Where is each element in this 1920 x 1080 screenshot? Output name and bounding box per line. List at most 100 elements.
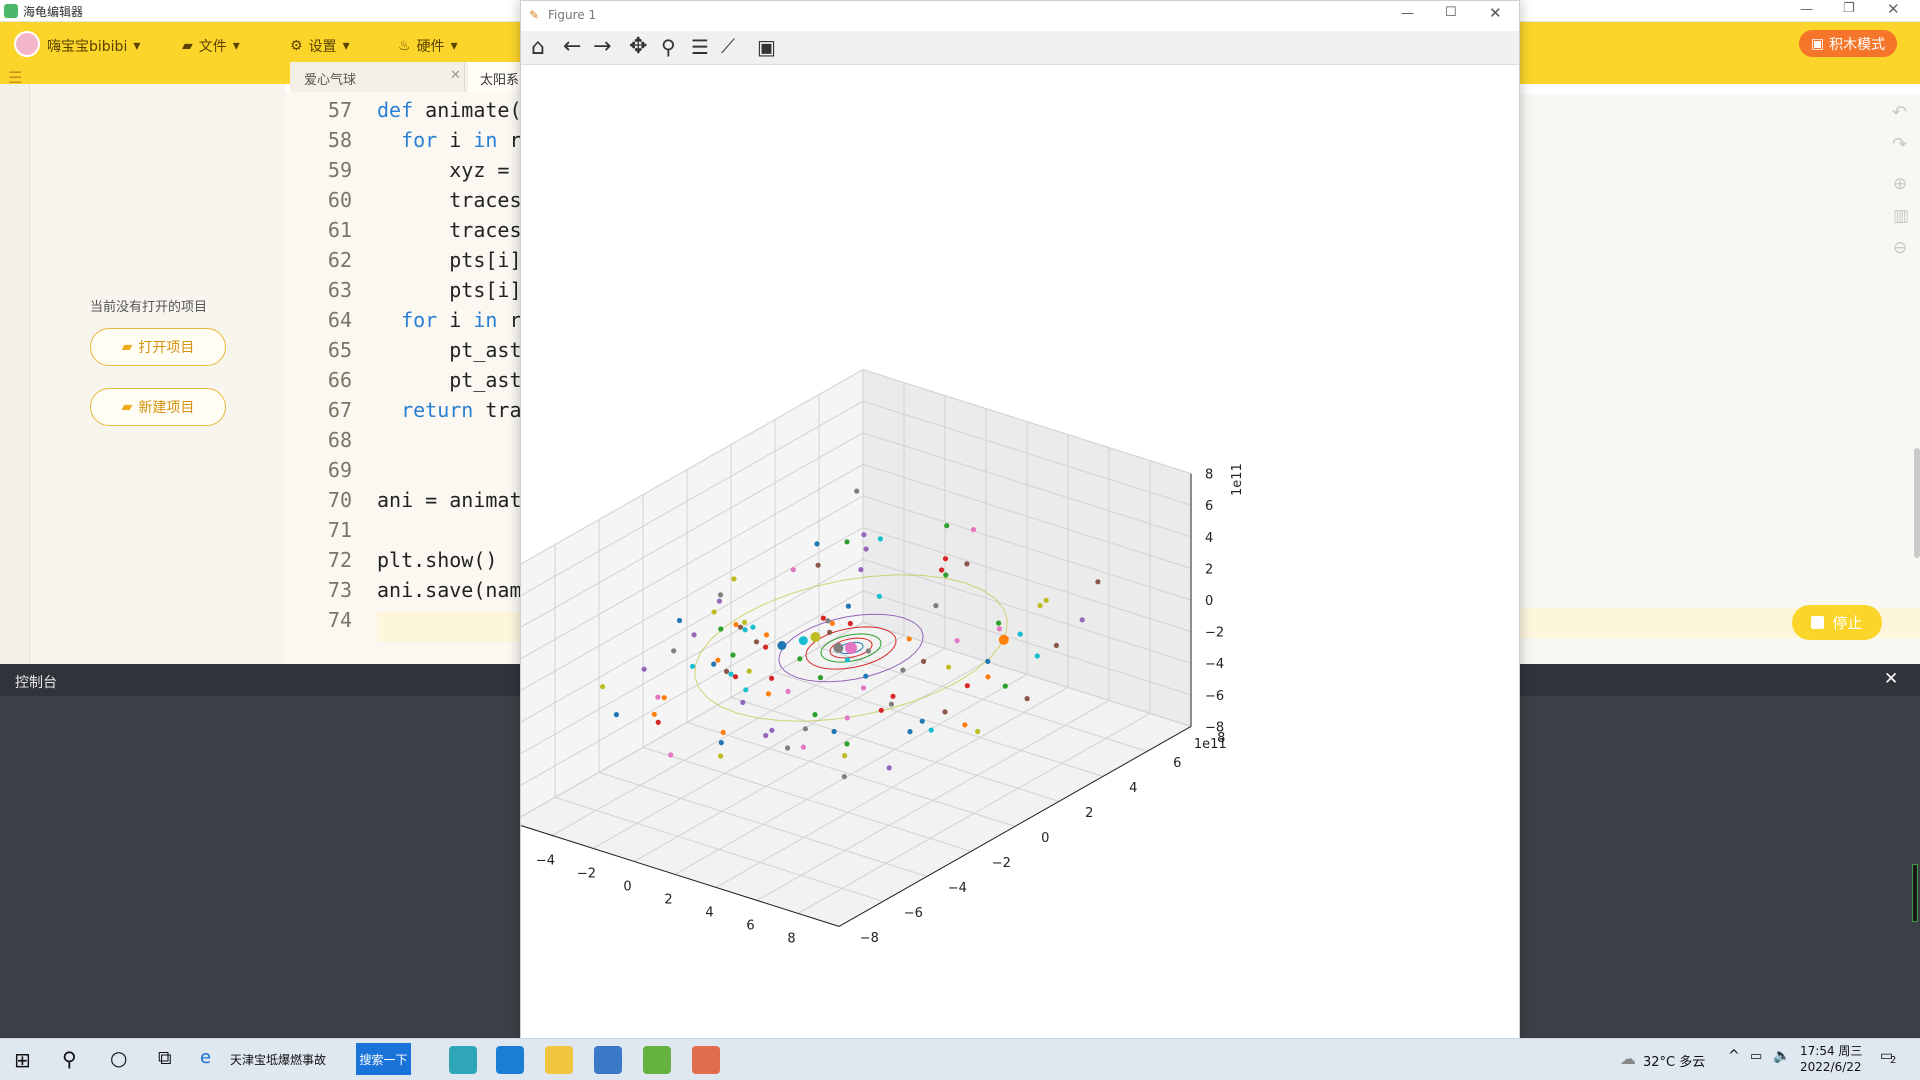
asteroid-point [730,652,736,658]
figure-title-bar: ✎ Figure 1 — ☐ ✕ [521,1,1519,31]
editor-scrollbar[interactable] [1914,448,1920,558]
edit-axes-icon[interactable]: ⟋ [721,34,735,58]
new-project-button[interactable]: ▰ 新建项目 [90,388,226,426]
line-number: 63 [327,278,352,302]
back-icon[interactable]: ← [563,34,581,59]
line-number: 64 [327,308,352,332]
figure-minimize-icon[interactable]: — [1401,6,1414,21]
tab-close-icon[interactable]: ✕ [450,68,461,83]
asteroid-point [790,567,796,573]
asteroid-point [890,693,896,699]
x-tick-label: 8 [787,932,795,947]
asteroid-point [740,699,746,706]
code-line[interactable]: traces [377,188,520,212]
zoom-icon[interactable]: ⚲ [661,35,676,59]
y-tick-label: −4 [948,881,967,896]
console-close-icon[interactable]: ✕ [1884,669,1898,689]
fit-icon[interactable]: ▥ [1893,206,1909,226]
undo-icon[interactable]: ↶ [1892,102,1907,123]
planet-point [833,642,844,653]
search-icon[interactable]: ⚲ [62,1047,77,1071]
menu-hardware[interactable]: ♨ 硬件 ▾ [398,36,458,56]
code-line[interactable]: pts[i] [377,278,520,302]
asteroid-point [691,632,697,638]
asteroid-point [817,675,824,681]
code-line[interactable]: return tra [377,398,520,422]
block-mode-label: 积木模式 [1829,36,1886,53]
code-line[interactable]: ani.save(nam [377,578,520,602]
news-search-text[interactable]: 天津宝坻爆燃事故 [230,1051,326,1068]
configure-icon[interactable]: ☰ [691,35,709,59]
forward-icon[interactable]: → [593,34,611,59]
avatar[interactable] [14,31,40,57]
figure-maximize-icon[interactable]: ☐ [1445,5,1457,20]
code-line[interactable]: ani = animat [377,488,520,512]
code-line[interactable]: pts[i] [377,248,520,272]
block-mode-button[interactable]: ▣ 积木模式 [1799,30,1897,57]
code-line[interactable]: xyz = [377,158,520,182]
figure-close-icon[interactable]: ✕ [1489,4,1502,22]
asteroid-point [769,675,775,681]
tab-label: 太阳系 [480,73,520,88]
cortana-icon[interactable]: ○ [110,1046,127,1070]
line-number: 67 [327,398,352,422]
edge-icon[interactable] [496,1046,524,1074]
asteroid-point [996,626,1002,632]
asteroid-point [750,624,756,630]
user-menu[interactable]: 嗨宝宝bibibi ▾ [47,36,140,56]
tab-love-balloon[interactable]: 爱心气球 ✕ [290,62,465,92]
code-line[interactable]: pt_ast [377,338,520,362]
clock-date[interactable]: 2022/6/22 [1800,1060,1862,1074]
asteroid-point [742,619,748,626]
turtle-editor-icon[interactable] [643,1046,671,1074]
network-icon[interactable]: ▭ [1750,1049,1762,1064]
task-view-icon[interactable]: ⧉ [158,1047,172,1069]
tab-solar-system[interactable]: 太阳系 [468,62,520,92]
volume-icon[interactable]: 🔈 [1773,1048,1790,1064]
stop-button[interactable]: 停止 [1792,605,1882,640]
code-line[interactable]: traces [377,218,520,242]
asteroid-point [717,592,724,598]
project-panel: 当前没有打开的项目 [30,84,285,664]
gear-icon: ⚙ [290,38,303,54]
menu-settings[interactable]: ⚙ 设置 ▾ [290,36,350,56]
redo-icon[interactable]: ↷ [1892,134,1907,155]
home-icon[interactable]: ⌂ [531,35,545,60]
zoom-out-icon[interactable]: ⊖ [1893,238,1907,258]
line-number: 57 [327,98,352,122]
zoom-in-icon[interactable]: ⊕ [1893,174,1907,194]
code-line[interactable]: pt_ast [377,368,520,392]
chrome-icon[interactable] [449,1046,477,1074]
code-line[interactable]: plt.show() [377,548,520,572]
python-figure-icon[interactable] [692,1046,720,1074]
y-tick-label: 2 [1085,806,1093,821]
open-project-button[interactable]: ▰ 打开项目 [90,328,226,366]
code-line[interactable]: def animate( [377,98,520,122]
code-line[interactable]: for i in r [377,308,520,332]
file-explorer-icon[interactable] [545,1046,573,1074]
save-icon[interactable]: ▣ [757,35,776,59]
windows-start-icon[interactable]: ⊞ [14,1048,31,1072]
restore-icon[interactable]: ❐ [1843,1,1855,16]
code-line[interactable]: for i in r [377,128,520,152]
menu-list-icon[interactable]: ☰ [8,68,22,87]
menu-file[interactable]: ▰ 文件 ▾ [182,36,240,56]
tray-chevron-icon[interactable]: ^ [1728,1048,1740,1064]
search-now-button[interactable]: 搜索一下 [356,1043,411,1075]
x-tick-label: 4 [705,906,713,921]
clock-time[interactable]: 17:54 周三 [1800,1042,1862,1059]
asteroid-point [975,728,981,735]
asteroid-point [720,729,726,736]
pan-icon[interactable]: ✥ [629,34,647,59]
asteroid-point [716,598,722,604]
close-icon[interactable]: ✕ [1887,0,1900,18]
books-icon[interactable] [594,1046,622,1074]
console-scrollbar[interactable] [1912,864,1918,922]
minimize-icon[interactable]: — [1800,2,1813,17]
asteroid-point [919,718,925,724]
x-tick-label: 0 [623,880,631,895]
3d-scatter-plot[interactable]: −8−6−4−202468−8−6−4−202468−8−6−4−2024681… [521,65,1519,1035]
ie-icon[interactable]: e [200,1047,211,1068]
weather-text[interactable]: 32°C 多云 [1643,1051,1705,1070]
asteroid-point [668,752,674,758]
